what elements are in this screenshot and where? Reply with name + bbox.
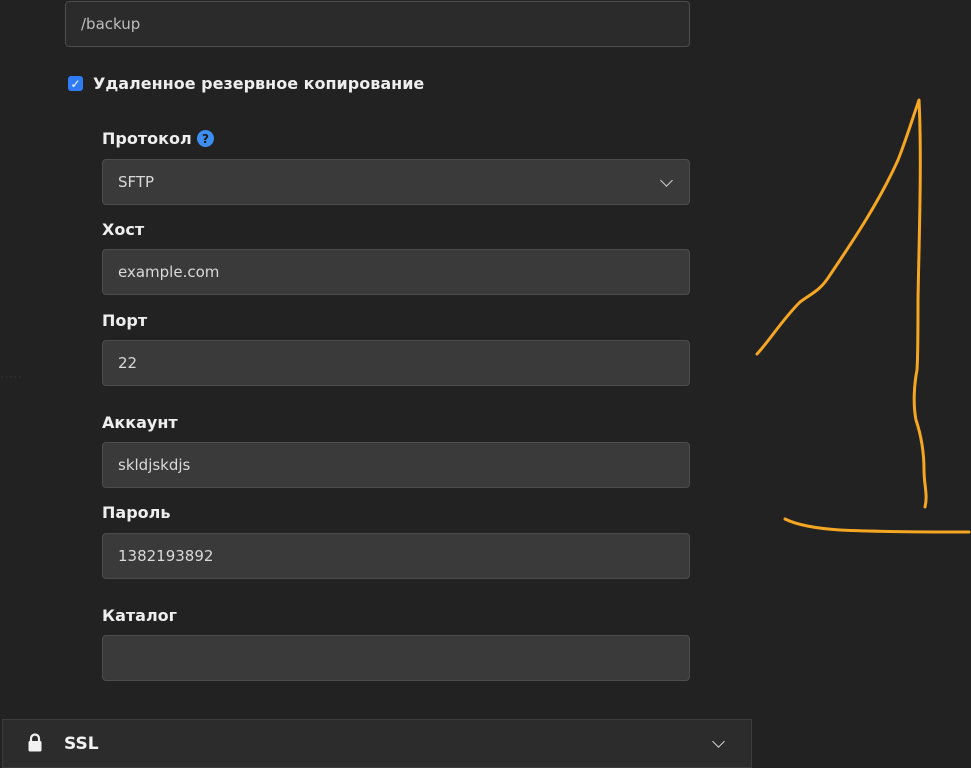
port-value: 22 <box>118 354 138 372</box>
password-value: 1382193892 <box>118 547 214 565</box>
directory-label: Каталог <box>102 606 178 625</box>
password-input[interactable]: 1382193892 <box>102 533 690 579</box>
ghost-text: ····· <box>0 370 23 386</box>
protocol-label: Протокол <box>102 129 192 148</box>
settings-page: ····· /backup ✓ Удаленное резервное копи… <box>0 0 971 768</box>
host-input[interactable]: example.com <box>102 249 690 295</box>
protocol-value: SFTP <box>118 173 155 191</box>
protocol-select[interactable]: SFTP <box>102 159 690 205</box>
question-circle-icon[interactable]: ? <box>197 130 214 147</box>
password-label: Пароль <box>102 503 171 522</box>
host-label: Хост <box>102 220 145 239</box>
port-label: Порт <box>102 311 148 330</box>
backup-path-input[interactable]: /backup <box>65 1 690 47</box>
remote-backup-checkbox-row[interactable]: ✓ Удаленное резервное копирование <box>68 74 424 93</box>
lock-icon <box>28 733 42 752</box>
account-value: skldjskdjs <box>118 456 191 474</box>
remote-backup-label: Удаленное резервное копирование <box>93 74 425 93</box>
port-input[interactable]: 22 <box>102 340 690 386</box>
account-label: Аккаунт <box>102 413 178 432</box>
host-value: example.com <box>118 263 220 281</box>
remote-backup-checkbox[interactable]: ✓ <box>68 76 83 91</box>
ssl-section-header[interactable]: SSL <box>2 719 752 768</box>
chevron-down-icon[interactable] <box>712 735 725 748</box>
chevron-down-icon <box>660 174 673 187</box>
directory-input[interactable] <box>102 635 690 681</box>
backup-path-value: /backup <box>81 15 141 33</box>
ssl-label: SSL <box>64 734 99 754</box>
account-input[interactable]: skldjskdjs <box>102 442 690 488</box>
